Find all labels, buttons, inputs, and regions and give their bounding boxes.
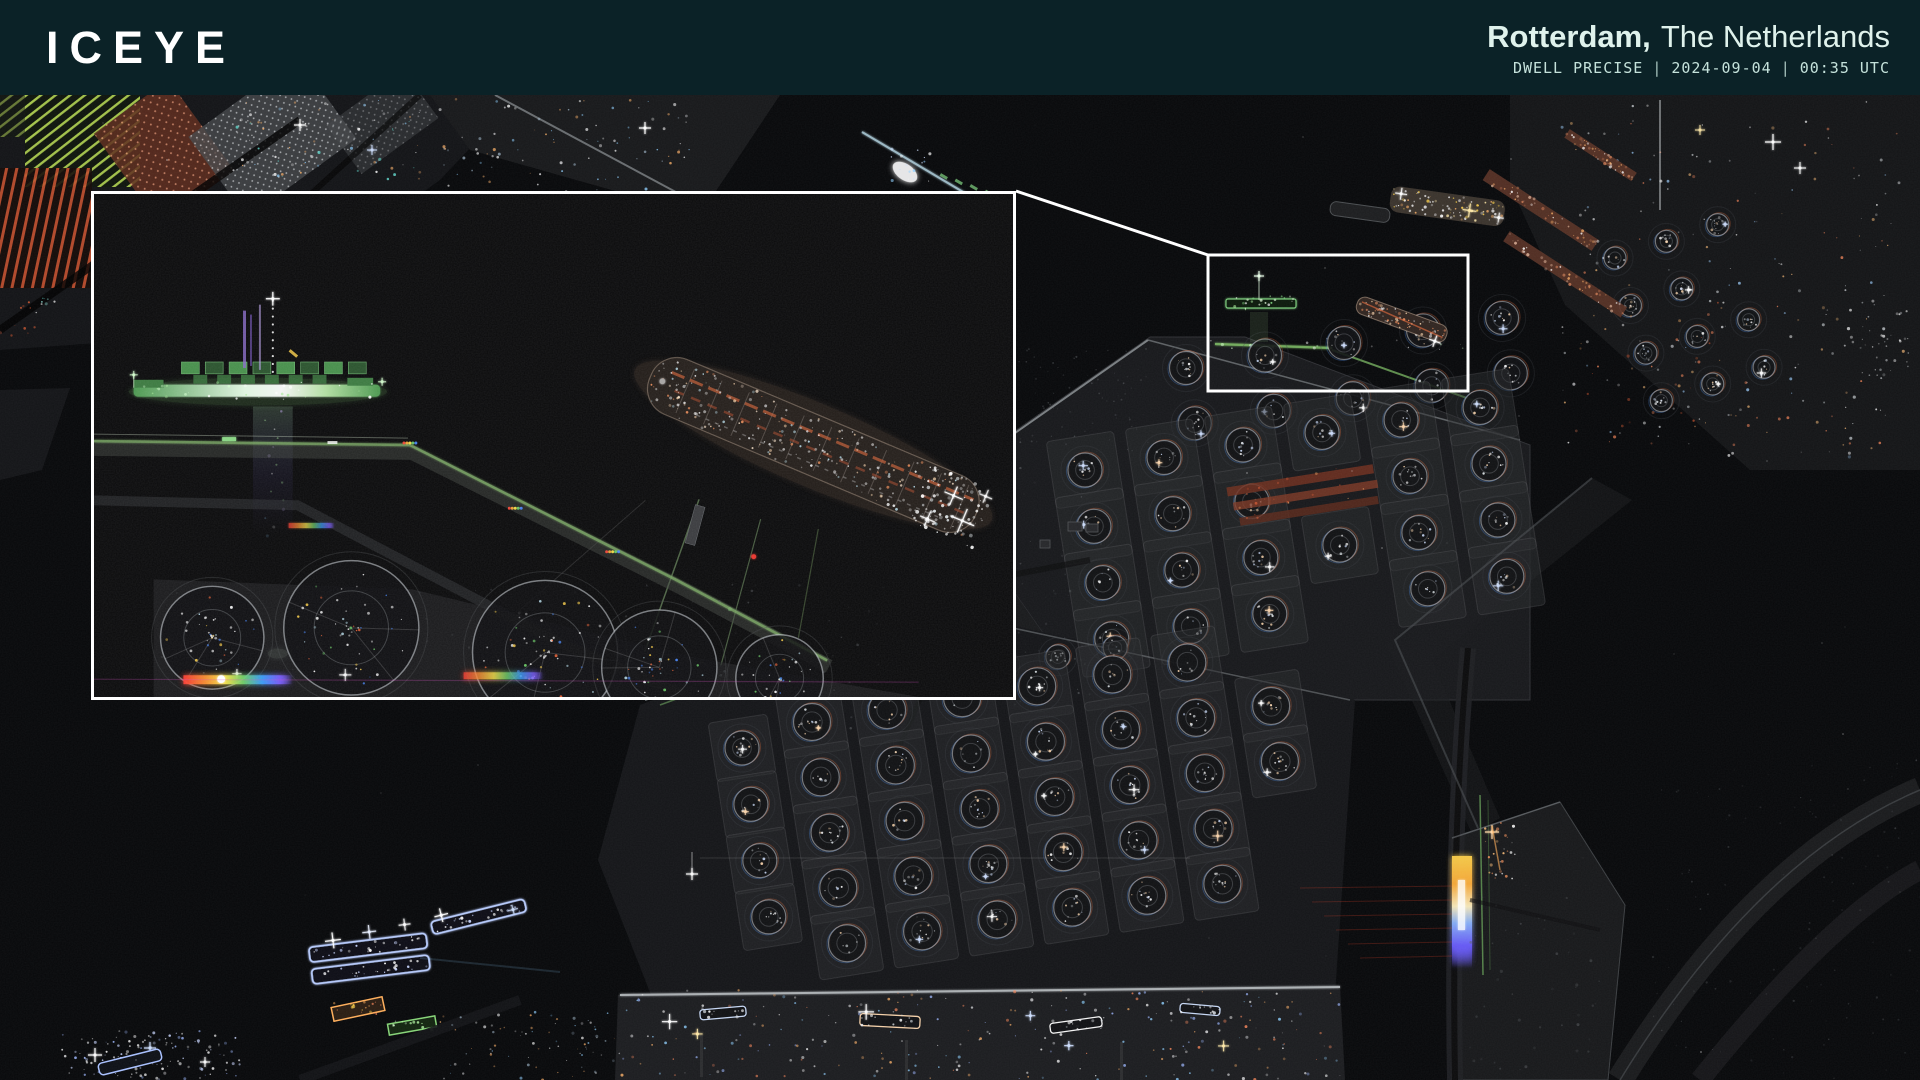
acquisition-meta: DWELL PRECISE | 2024-09-04 | 00:35 UTC [1513,59,1890,77]
inset-speckle-noise [94,194,1013,697]
sar-image [0,95,1920,1080]
location-country: The Netherlands [1660,18,1890,54]
separator: | [1652,59,1663,78]
inset-scene [94,194,1013,697]
location-city: Rotterdam, [1487,18,1651,54]
inset-magnifier [91,191,1016,700]
acquisition-date: 2024-09-04 [1671,59,1772,78]
separator: | [1780,59,1791,78]
acquisition-time: 00:35 UTC [1799,59,1890,78]
page-title: Rotterdam, The Netherlands [1487,18,1890,54]
acquisition-mode: DWELL PRECISE [1512,59,1644,78]
header-bar: ICEYE Rotterdam, The Netherlands DWELL PR… [0,0,1920,95]
iceye-sar-viewer: ICEYE Rotterdam, The Netherlands DWELL PR… [0,0,1920,1080]
iceye-logo: ICEYE [46,21,237,73]
title-block: Rotterdam, The Netherlands DWELL PRECISE |… [1487,18,1890,77]
